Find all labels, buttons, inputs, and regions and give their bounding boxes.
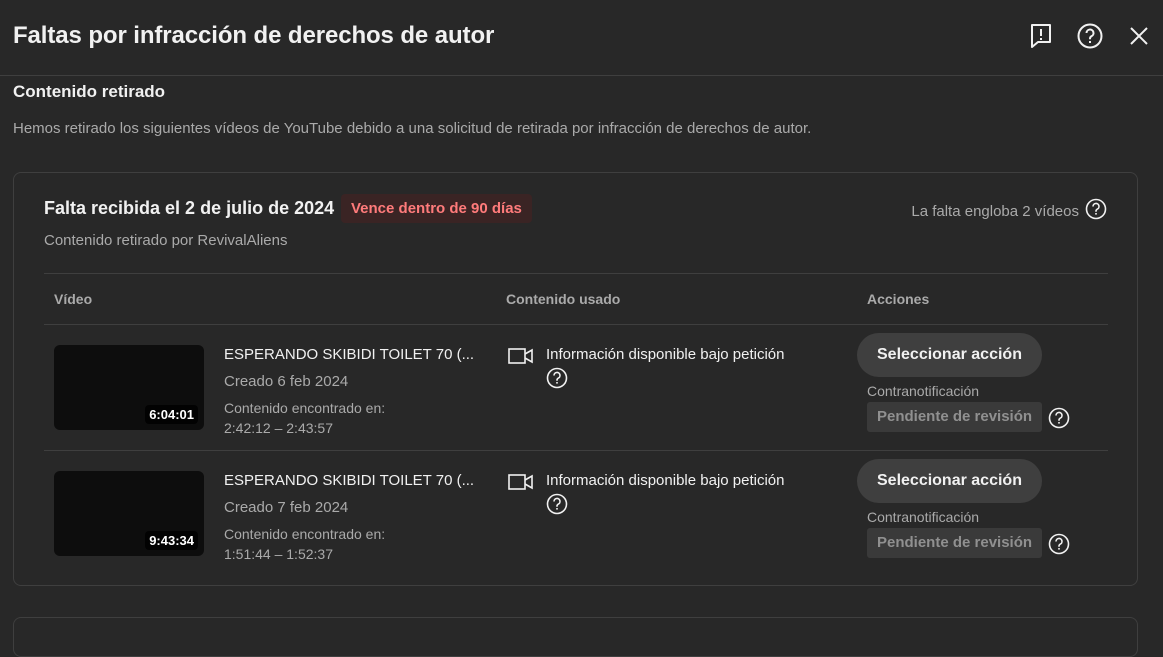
strike-title: Falta recibida el 2 de julio de 2024 — [44, 198, 335, 218]
found-range: 1:51:44 – 1:52:37 — [224, 546, 333, 562]
help-icon[interactable] — [546, 493, 568, 520]
select-action-button[interactable]: Seleccionar acción — [857, 333, 1042, 377]
dialog-header: Faltas por infracción de derechos de aut… — [0, 0, 1163, 76]
video-found: Contenido encontrado en: 2:42:12 – 2:43:… — [224, 398, 385, 438]
found-label: Contenido encontrado en: — [224, 400, 386, 416]
column-header-content-used: Contenido usado — [506, 291, 621, 307]
help-icon[interactable] — [1048, 407, 1070, 434]
content-used-text: Información disponible bajo petición — [546, 472, 785, 489]
help-icon[interactable] — [1076, 22, 1104, 50]
column-header-video: Vídeo — [54, 291, 93, 307]
column-header-actions: Acciones — [867, 291, 930, 307]
strike-covers: La falta engloba 2 vídeos — [911, 198, 1107, 224]
divider — [44, 273, 1108, 274]
video-created: Creado 7 feb 2024 — [224, 499, 349, 516]
strike-covers-text: La falta engloba 2 vídeos — [911, 202, 1079, 220]
help-icon[interactable] — [1085, 198, 1107, 224]
removed-by-text: Contenido retirado por RevivalAliens — [44, 232, 288, 249]
video-duration: 6:04:01 — [145, 405, 198, 424]
video-created: Creado 6 feb 2024 — [224, 373, 349, 390]
content-used-text: Información disponible bajo petición — [546, 346, 785, 363]
found-range: 2:42:12 – 2:43:57 — [224, 420, 333, 436]
dialog-title: Faltas por infracción de derechos de aut… — [13, 22, 495, 49]
pending-review-badge: Pendiente de revisión — [867, 528, 1043, 558]
section-title: Contenido retirado — [13, 82, 166, 101]
select-action-button[interactable]: Seleccionar acción — [857, 459, 1042, 503]
help-icon[interactable] — [1048, 533, 1070, 560]
expiry-badge: Vence dentro de 90 días — [341, 194, 532, 223]
help-icon[interactable] — [546, 367, 568, 394]
strike-card: Falta recibida el 2 de julio de 2024 Ven… — [13, 172, 1138, 586]
found-label: Contenido encontrado en: — [224, 526, 386, 542]
close-icon[interactable] — [1125, 22, 1153, 50]
video-duration: 9:43:34 — [145, 531, 198, 550]
video-found: Contenido encontrado en: 1:51:44 – 1:52:… — [224, 524, 385, 564]
video-title[interactable]: ESPERANDO SKIBIDI TOILET 70 (... — [224, 346, 479, 363]
table-row: 9:43:34 ESPERANDO SKIBIDI TOILET 70 (...… — [44, 451, 1108, 577]
next-strike-card — [13, 617, 1138, 657]
feedback-icon[interactable] — [1027, 22, 1055, 50]
counter-notification-label: Contranotificación — [867, 509, 980, 525]
counter-notification-label: Contranotificación — [867, 383, 980, 399]
video-camera-icon — [508, 346, 534, 371]
section-description: Hemos retirado los siguientes vídeos de … — [13, 120, 812, 137]
video-thumbnail[interactable]: 6:04:01 — [54, 345, 204, 430]
video-thumbnail[interactable]: 9:43:34 — [54, 471, 204, 556]
table-row: 6:04:01 ESPERANDO SKIBIDI TOILET 70 (...… — [44, 325, 1108, 451]
video-title[interactable]: ESPERANDO SKIBIDI TOILET 70 (... — [224, 472, 479, 489]
pending-review-badge: Pendiente de revisión — [867, 402, 1043, 432]
video-camera-icon — [508, 472, 534, 497]
